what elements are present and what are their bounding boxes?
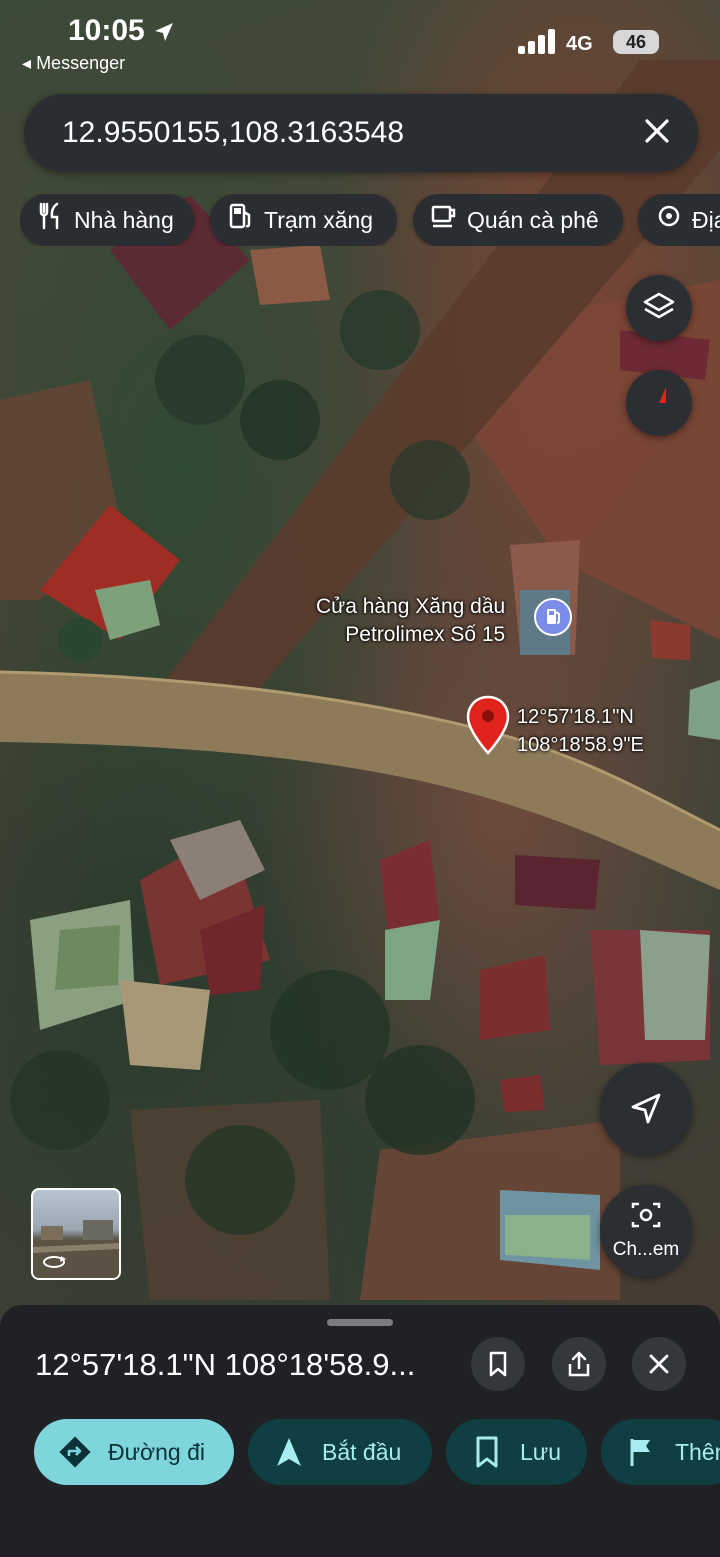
my-location-button[interactable] xyxy=(600,1063,692,1155)
bookmark-icon xyxy=(476,1436,498,1468)
directions-icon xyxy=(59,1436,91,1468)
restaurant-icon xyxy=(36,196,66,246)
status-time: 10:05 xyxy=(68,14,175,48)
chip-label: Trạm xăng xyxy=(264,207,374,233)
camera-icon xyxy=(631,1202,661,1228)
drag-handle[interactable] xyxy=(327,1319,393,1326)
chip-gas-stations[interactable]: Trạm xăng xyxy=(210,194,397,246)
start-button[interactable]: Bắt đầu xyxy=(248,1419,432,1485)
layers-icon xyxy=(643,292,675,319)
compass-icon xyxy=(652,387,666,419)
chip-landmarks[interactable]: Địa xyxy=(638,194,720,246)
save-button[interactable]: Lưu xyxy=(446,1419,587,1485)
search-bar[interactable]: 12.9550155,108.3163548 xyxy=(24,94,698,172)
street-view-label: Ch...em xyxy=(612,1239,680,1260)
back-app-label: Messenger xyxy=(36,53,126,73)
street-view-camera-button[interactable]: Ch...em xyxy=(600,1185,692,1277)
back-arrow-icon: ◂ xyxy=(22,53,32,73)
pin-latitude: 12°57'18.1"N xyxy=(517,706,634,728)
pin-coordinates-label: 12°57'18.1"N 108°18'58.9"E xyxy=(517,703,644,759)
compass-button[interactable] xyxy=(626,370,692,436)
place-bottom-sheet[interactable]: 12°57'18.1"N 108°18'58.9... Đường đi Bắt… xyxy=(0,1305,720,1557)
navigation-arrow-icon xyxy=(277,1438,301,1466)
navigation-icon xyxy=(631,1093,661,1124)
more-label: Thêm xyxy=(675,1439,720,1465)
chip-label: Quán cà phê xyxy=(467,207,599,233)
directions-button[interactable]: Đường đi xyxy=(34,1419,234,1485)
street-view-thumbnail[interactable] xyxy=(31,1188,121,1280)
battery-icon: 46 xyxy=(613,30,659,54)
more-button[interactable]: Thêm xyxy=(601,1419,720,1485)
share-button[interactable] xyxy=(552,1337,606,1391)
poi-name-line1: Cửa hàng Xăng dầu xyxy=(316,595,506,618)
search-query[interactable]: 12.9550155,108.3163548 xyxy=(62,116,404,150)
chip-coffee[interactable]: Quán cà phê xyxy=(413,194,623,246)
chip-label: Nhà hàng xyxy=(74,207,174,233)
360-rotate-icon xyxy=(43,1256,66,1268)
start-label: Bắt đầu xyxy=(322,1439,402,1465)
dropped-pin-icon[interactable] xyxy=(466,695,510,755)
chip-label: Địa xyxy=(692,207,720,233)
coffee-icon xyxy=(429,196,459,246)
poi-label[interactable]: Cửa hàng Xăng dầu Petrolimex Số 15 xyxy=(316,593,505,649)
gas-station-icon xyxy=(226,196,256,246)
landmark-icon xyxy=(654,196,684,246)
bookmark-icon xyxy=(489,1351,507,1377)
location-arrow-icon xyxy=(155,23,174,42)
clear-search-icon[interactable] xyxy=(640,114,674,148)
back-to-app[interactable]: ◂ Messenger xyxy=(22,53,125,74)
close-sheet-button[interactable] xyxy=(632,1337,686,1391)
close-icon xyxy=(649,1354,669,1374)
poi-name-line2: Petrolimex Số 15 xyxy=(345,623,506,646)
save-label: Lưu xyxy=(520,1439,561,1465)
layers-button[interactable] xyxy=(626,275,692,341)
chip-restaurants[interactable]: Nhà hàng xyxy=(20,194,194,246)
gas-station-pin-icon[interactable] xyxy=(534,598,572,636)
save-icon-button[interactable] xyxy=(471,1337,525,1391)
pin-longitude: 108°18'58.9"E xyxy=(517,734,644,756)
network-type: 4G xyxy=(566,33,593,55)
flag-icon xyxy=(630,1439,650,1466)
place-title-coordinates: 12°57'18.1"N 108°18'58.9... xyxy=(35,1347,416,1382)
cellular-signal-icon xyxy=(518,28,558,54)
status-bar: 10:05 ◂ Messenger 4G 46 xyxy=(0,0,720,80)
share-icon xyxy=(568,1351,590,1377)
time-text: 10:05 xyxy=(68,14,145,47)
directions-label: Đường đi xyxy=(108,1439,205,1465)
category-chips: Nhà hàng Trạm xăng Quán cà phê Địa xyxy=(20,194,720,246)
